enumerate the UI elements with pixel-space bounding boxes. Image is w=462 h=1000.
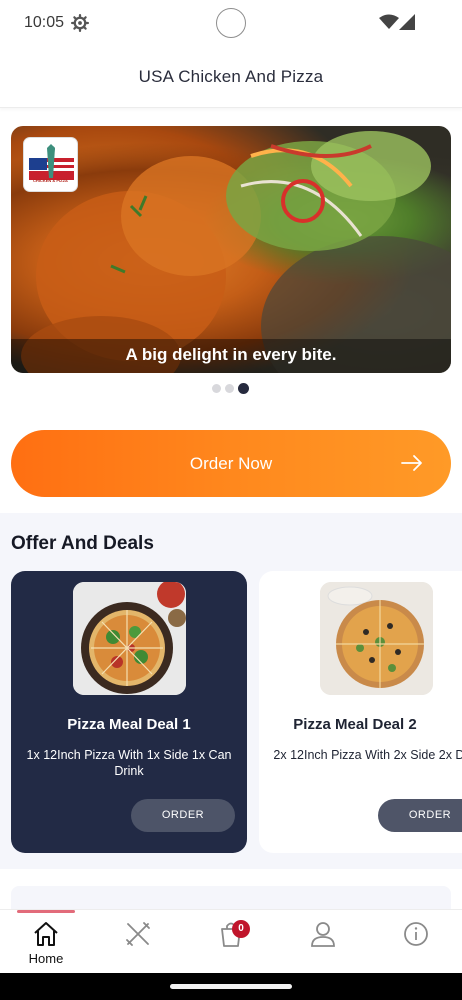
deal-card[interactable]: Pizza Meal Deal 1 1x 12Inch Pizza With 1… [11, 571, 247, 853]
order-now-button[interactable]: Order Now [11, 430, 451, 497]
deal-description: 1x 12Inch Pizza With 1x Side 1x Can Drin… [26, 748, 232, 778]
status-bar: 10:05 [0, 0, 462, 48]
deal-card[interactable]: Pizza Meal Deal 2 2x 12Inch Pizza With 2… [259, 571, 462, 853]
deal-image [73, 582, 186, 695]
nav-home-label: Home [28, 951, 64, 966]
order-now-label: Order Now [189, 454, 273, 473]
page-title: USA Chicken And Pizza [138, 67, 324, 86]
arrow-right-icon [401, 455, 422, 471]
bottom-navigation: Home 0 [0, 909, 462, 973]
home-gesture-handle[interactable] [170, 984, 292, 989]
section-title: Offer And Deals [11, 533, 154, 554]
order-deal-button[interactable]: ORDER [131, 799, 235, 832]
restaurant-logo: CHICKEN & PIZZA [23, 137, 78, 192]
nav-menu[interactable] [103, 920, 173, 972]
carousel-dot-active[interactable] [238, 383, 249, 394]
carousel-indicator[interactable] [212, 383, 249, 394]
status-time: 10:05 [24, 14, 65, 31]
settings-gear-icon [71, 14, 89, 32]
active-tab-indicator [17, 910, 75, 913]
deal-name: Pizza Meal Deal 2 [293, 716, 417, 733]
hero-banner[interactable]: CHICKEN & PIZZA A big delight in every b… [11, 126, 451, 373]
deal-description: 2x 12Inch Pizza With 2x Side 2x Drink [273, 748, 462, 762]
pizza-image [73, 582, 186, 695]
usa-flag-logo-icon [29, 144, 74, 180]
carousel-dot[interactable] [212, 384, 221, 393]
deal-name: Pizza Meal Deal 1 [67, 716, 191, 733]
offers-section: Offer And Deals Pizza Meal Deal 1 1x 12I… [0, 513, 462, 869]
system-gesture-bar [0, 973, 462, 1000]
profile-icon [311, 922, 335, 947]
nav-cart[interactable]: 0 [196, 920, 266, 972]
deal-image [320, 582, 433, 695]
banner-caption: A big delight in every bite. [125, 345, 337, 364]
nav-info[interactable] [381, 920, 451, 972]
signal-icon [399, 14, 415, 30]
menu-cutlery-icon [126, 922, 150, 946]
camera-cutout [216, 8, 246, 38]
logo-text: CHICKEN & PIZZA [33, 178, 68, 183]
order-deal-button[interactable]: ORDER [378, 799, 462, 832]
cart-count-badge: 0 [232, 920, 250, 938]
info-icon [404, 922, 428, 946]
pizza-image [320, 582, 433, 695]
nav-home[interactable]: Home [11, 920, 81, 972]
home-icon [34, 922, 58, 946]
nav-profile[interactable] [288, 920, 358, 972]
wifi-icon [379, 14, 399, 29]
carousel-dot[interactable] [225, 384, 234, 393]
app-header: USA Chicken And Pizza [0, 48, 462, 108]
